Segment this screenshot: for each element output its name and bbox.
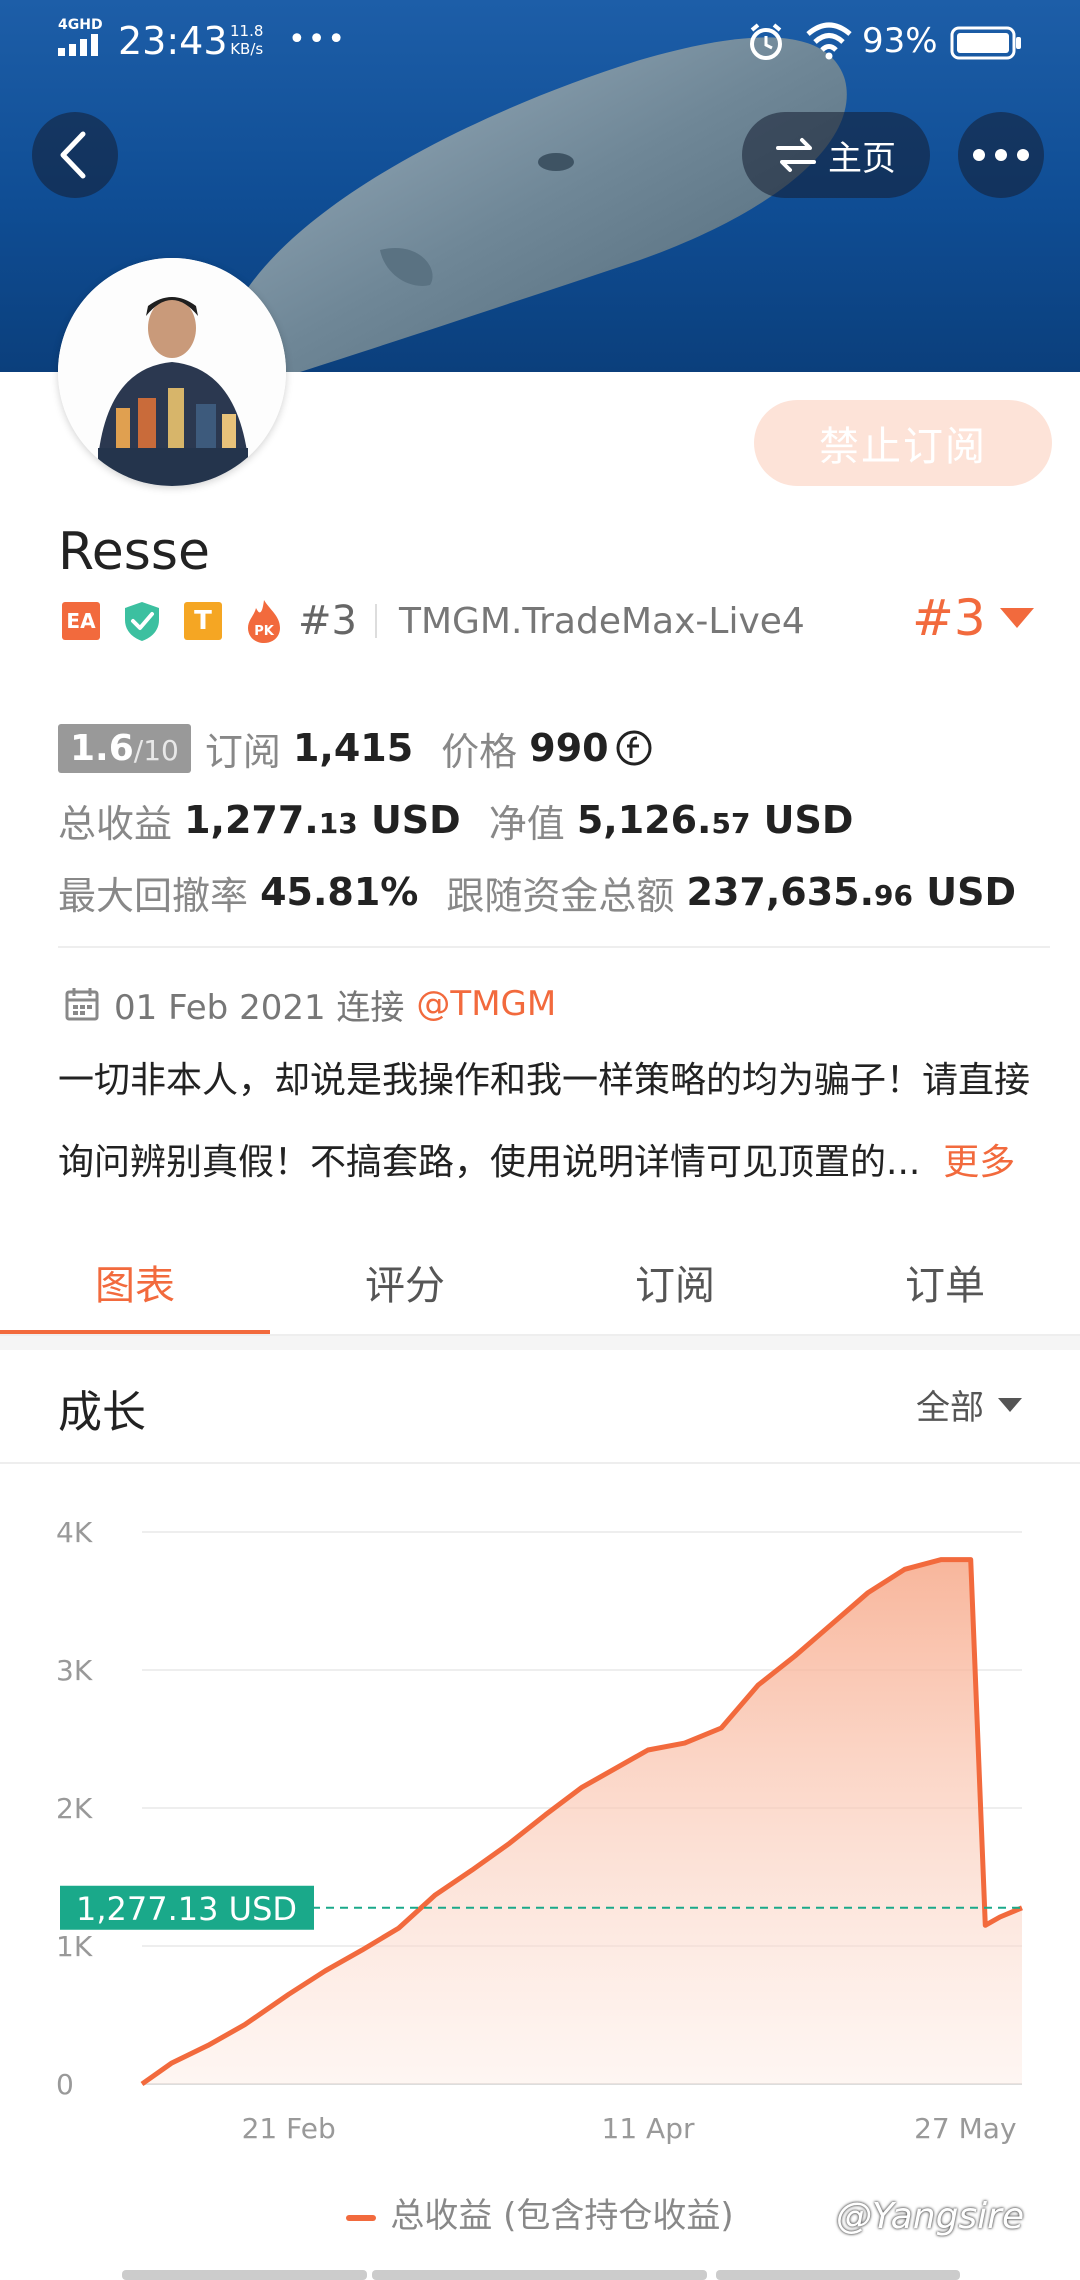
legend-swatch [346,2214,377,2221]
avatar[interactable] [58,258,286,486]
swap-icon [776,138,816,172]
y-tick-label: 1K [56,1930,93,1963]
stats-block: 1.6/10 订阅 1,415 价格 990 总收益 1,277.13 USD … [58,712,1048,928]
chevron-left-icon [60,131,86,179]
profit-label: 总收益 [58,801,173,846]
section-gap [0,1336,1080,1350]
divider [58,946,1050,948]
x-tick-label: 11 Apr [602,2112,695,2145]
home-button[interactable]: 主页 [742,112,930,198]
stat-line-2: 总收益 1,277.13 USD 净值 5,126.57 USD [58,784,1048,856]
rank-small: #3 [298,598,357,644]
ea-badge: EA [62,602,100,640]
description-line-2: 询问辨别真假！不搞套路，使用说明详情可见顶置的... [58,1142,921,1183]
y-tick-label: 2K [56,1792,93,1825]
range-filter-dropdown[interactable]: 全部 [916,1380,1022,1429]
equity-value: 5,126.57 USD [576,798,854,842]
watermark: @Yangsire [836,2196,1025,2237]
price-value: 990 [529,726,609,770]
y-tick-label: 4K [56,1516,93,1549]
more-dots-icon [973,149,1029,161]
y-tick-label: 3K [56,1654,93,1687]
drawdown-value: 45.81% [260,870,419,914]
alarm-icon [750,23,782,60]
rank-big-label: #3 [912,589,986,647]
tab-rating[interactable]: 评分 [270,1228,540,1336]
range-filter-label: 全部 [916,1388,984,1428]
tab-bar: 图表 评分 订阅 订单 [0,1228,1080,1336]
trader-name: Resse [58,522,210,582]
net-speed: 11.8 KB/s [230,22,264,58]
tab-orders[interactable]: 订单 [810,1228,1080,1336]
rank-dropdown[interactable]: #3 [912,588,1034,648]
price-label: 价格 [441,729,518,774]
calendar-icon [65,988,99,1021]
tab-chart[interactable]: 图表 [0,1228,270,1336]
more-options-button[interactable] [958,112,1044,198]
status-bar: 4GHD 23:43 11.8 KB/s ••• 93% [0,0,1080,80]
shield-check-icon [125,602,159,641]
x-tick-label: 27 May [914,2112,1016,2145]
avatar-portrait-image [58,258,286,486]
equity-label: 净值 [488,801,565,846]
broker-link[interactable]: @TMGM [416,984,556,1024]
more-link[interactable]: 更多 [943,1142,1015,1183]
connection-info: 01 Feb 2021 连接 @TMGM [64,978,556,1030]
connection-date: 01 Feb 2021 连接 [114,987,405,1028]
notification-dots: ••• [288,22,348,57]
section-title: 成长 [58,1387,146,1438]
section-divider [0,1462,1080,1464]
current-value-label: 1,277.13 USD [76,1890,297,1928]
scroll-indicator [716,2270,960,2280]
coin-icon [616,730,652,766]
battery-icon [950,26,1021,60]
signal-icon [58,34,98,56]
battery-percent: 93% [862,21,938,61]
follow-funds-value: 237,635.96 USD [686,870,1016,914]
scroll-indicator [372,2270,707,2280]
tab-subscriptions[interactable]: 订阅 [540,1228,810,1336]
description: 一切非本人，却说是我操作和我一样策略的均为骗子！请直接 询问辨别真假！不搞套路，… [58,1040,1048,1204]
t-badge: T [184,602,222,640]
description-line-1: 一切非本人，却说是我操作和我一样策略的均为骗子！请直接 [58,1060,1031,1101]
profit-value: 1,277.13 USD [184,798,461,842]
stat-line-1: 1.6/10 订阅 1,415 价格 990 [58,712,1048,784]
svg-text:PK: PK [254,624,275,639]
wifi-icon [806,22,852,60]
growth-chart[interactable]: 4K 3K 2K 1K 0 21 Feb 11 Apr 27 May 1,277.13 US… [0,1466,1080,2166]
growth-section-header: 成长 全部 [0,1350,1080,1462]
subs-value: 1,415 [292,726,414,770]
server-name: TMGM.TradeMax-Live4 [398,600,805,642]
scroll-indicator [122,2270,367,2280]
home-button-label: 主页 [828,138,896,179]
pk-flame-icon: PK [248,600,280,643]
y-tick-label: 0 [56,2068,74,2101]
caret-down-icon [999,608,1034,628]
subscribe-disabled-button[interactable]: 禁止订阅 [754,400,1052,486]
drawdown-label: 最大回撤率 [58,873,249,918]
score-badge: 1.6/10 [58,723,191,773]
legend-label: 总收益 (包含持仓收益) [390,2196,734,2236]
back-button[interactable] [32,112,118,198]
subs-label: 订阅 [204,729,281,774]
network-type: 4GHD [58,17,103,33]
follow-funds-label: 跟随资金总额 [446,873,675,918]
caret-down-icon [998,1397,1022,1412]
badge-row: EA T PK #3 TMGM.TradeMax-Live4 [62,596,805,646]
clock: 23:43 [118,19,228,63]
x-tick-label: 21 Feb [242,2112,336,2145]
stat-line-3: 最大回撤率 45.81% 跟随资金总额 237,635.96 USD [58,856,1048,928]
divider-vertical [374,604,377,638]
